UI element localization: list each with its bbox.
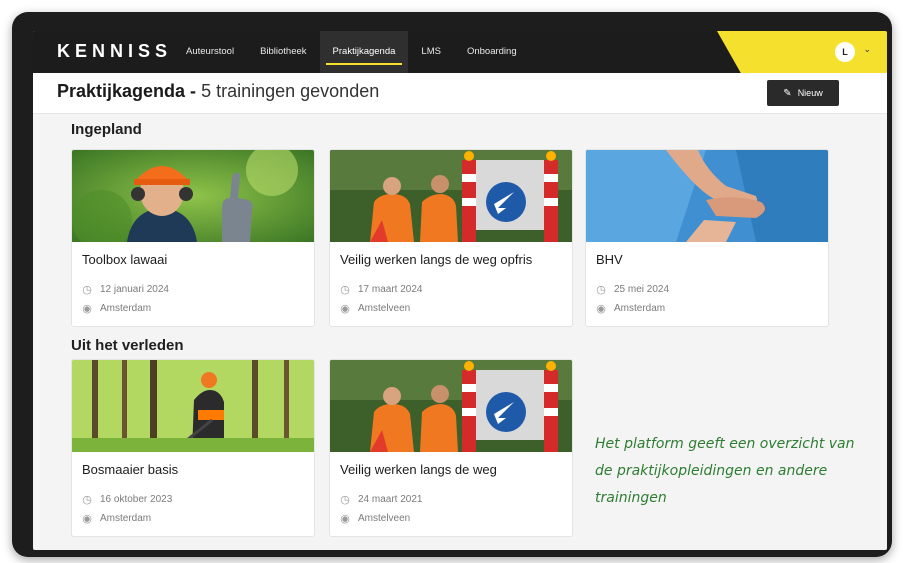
card-location: ◉ Amsterdam <box>596 303 666 315</box>
location-pin-icon: ◉ <box>82 513 92 525</box>
location-pin-icon: ◉ <box>340 303 350 315</box>
card-location: ◉ Amsterdam <box>82 303 152 315</box>
card-title: Toolbox lawaai <box>82 252 168 267</box>
road-workers-image <box>330 150 572 242</box>
clock-icon: ◷ <box>596 284 606 296</box>
result-count: 5 trainingen gevonden <box>201 81 380 101</box>
chevron-down-icon[interactable]: ⌄ <box>863 44 871 55</box>
forest-mower-image <box>72 360 314 452</box>
new-training-button[interactable]: ✎ Nieuw <box>767 80 839 106</box>
promo-caption: Het platform geeft een overzicht van de … <box>595 431 885 512</box>
card-location: ◉ Amstelveen <box>340 303 411 315</box>
clock-icon: ◷ <box>82 284 92 296</box>
card-date: ◷ 17 maart 2024 <box>340 284 423 296</box>
new-button-label: Nieuw <box>797 88 823 98</box>
caption-line: Het platform geeft een overzicht van <box>595 436 855 452</box>
nav-item-bibliotheek[interactable]: Bibliotheek <box>247 31 319 73</box>
card-date: ◷ 24 maart 2021 <box>340 494 423 506</box>
card-location: ◉ Amsterdam <box>82 513 152 525</box>
section-title-past: Uit het verleden <box>71 337 184 354</box>
accent-shape <box>717 31 887 73</box>
page-title-label: Praktijkagenda - <box>57 81 197 101</box>
clock-icon: ◷ <box>340 494 350 506</box>
nav-item-praktijkagenda[interactable]: Praktijkagenda <box>319 31 409 73</box>
card-date: ◷ 16 oktober 2023 <box>82 494 173 506</box>
clock-icon: ◷ <box>340 284 350 296</box>
caption-line: de praktijkopleidingen en andere <box>595 463 828 479</box>
section-title-planned: Ingepland <box>71 121 142 138</box>
location-pin-icon: ◉ <box>340 513 350 525</box>
page-title: Praktijkagenda - 5 trainingen gevonden <box>57 81 379 102</box>
pencil-icon: ✎ <box>783 87 792 99</box>
training-card-bosmaaier-basis[interactable]: Bosmaaier basis ◷ 16 oktober 2023 ◉ Amst… <box>71 359 315 537</box>
training-card-veilig-werken[interactable]: Veilig werken langs de weg ◷ 24 maart 20… <box>329 359 573 537</box>
card-title: Bosmaaier basis <box>82 462 179 477</box>
main-nav: Auteurstool Bibliotheek Praktijkagenda L… <box>173 31 530 73</box>
training-card-toolbox-lawaai[interactable]: Toolbox lawaai ◷ 12 januari 2024 ◉ Amste… <box>71 149 315 327</box>
card-date: ◷ 25 mei 2024 <box>596 284 670 296</box>
card-location: ◉ Amstelveen <box>340 513 411 525</box>
location-pin-icon: ◉ <box>82 303 92 315</box>
user-avatar[interactable]: L <box>835 42 855 62</box>
location-pin-icon: ◉ <box>596 303 606 315</box>
worker-thumbs-up-image <box>72 150 314 242</box>
clock-icon: ◷ <box>82 494 92 506</box>
card-title: Veilig werken langs de weg <box>340 462 497 477</box>
card-title: Veilig werken langs de weg opfris <box>340 252 533 267</box>
card-date: ◷ 12 januari 2024 <box>82 284 169 296</box>
kenniss-logo[interactable]: KENNISS <box>57 41 172 62</box>
nav-item-auteurstool[interactable]: Auteurstool <box>173 31 247 73</box>
nav-item-lms[interactable]: LMS <box>408 31 454 73</box>
nav-item-onboarding[interactable]: Onboarding <box>454 31 530 73</box>
training-card-bhv[interactable]: BHV ◷ 25 mei 2024 ◉ Amsterdam <box>585 149 829 327</box>
training-card-veilig-werken-opfris[interactable]: Veilig werken langs de weg opfris ◷ 17 m… <box>329 149 573 327</box>
road-workers-image <box>330 360 572 452</box>
top-navigation-bar: KENNISS Auteurstool Bibliotheek Praktijk… <box>33 31 887 73</box>
page-header: Praktijkagenda - 5 trainingen gevonden ✎… <box>33 73 887 114</box>
caption-line: trainingen <box>595 490 667 506</box>
cpr-image <box>586 150 828 242</box>
card-title: BHV <box>596 252 623 267</box>
